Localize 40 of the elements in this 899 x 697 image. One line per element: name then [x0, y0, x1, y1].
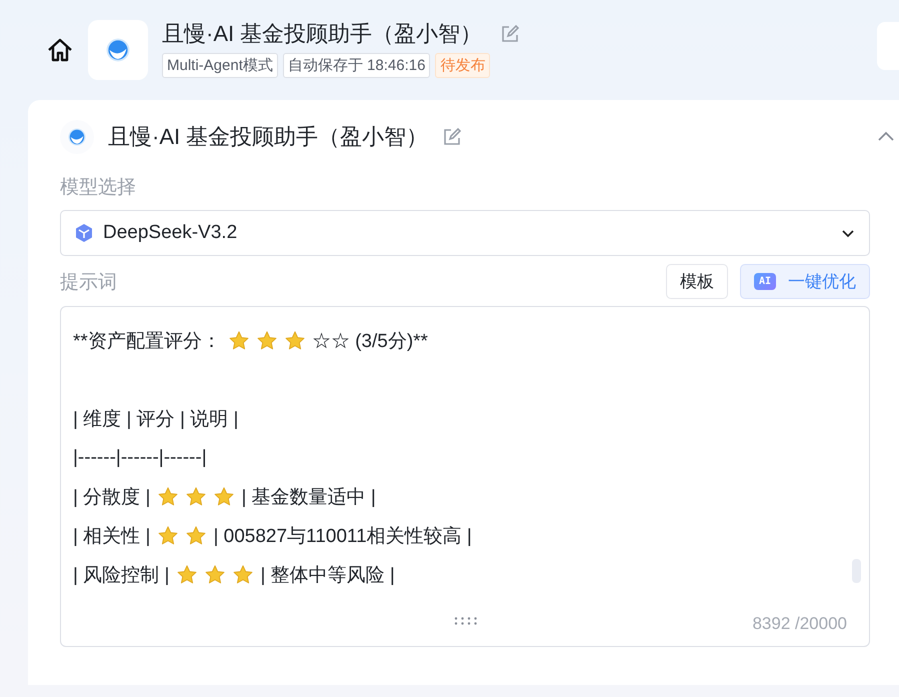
prompt-text: | 相关性 |	[73, 524, 150, 548]
prompt-text: | 维度 | 评分 | 说明 |	[73, 408, 238, 432]
field-label: 提示词	[60, 270, 117, 294]
resize-handle-icon[interactable]	[453, 616, 479, 626]
home-icon[interactable]	[46, 36, 74, 64]
prompt-text: **资产配置评分：	[73, 330, 221, 354]
star-icon	[185, 524, 208, 546]
prompt-editor[interactable]: **资产配置评分： ☆☆ (3/5分)** | 维度 | 评分 | 说明 | |------|------|------| | 分散度 | | 基金数量适中 | | 相关性 | | 005827与110011相关性较高 | | 风险控制 | | 整体中等风险 | 8392 /20000	[60, 306, 870, 647]
star-icon	[157, 486, 180, 508]
status-tag: 待发布	[435, 52, 490, 78]
edit-icon[interactable]	[500, 24, 520, 44]
logo-icon	[106, 38, 130, 62]
info-tag: 自动保存于 18:46:16	[282, 52, 430, 78]
star-icon	[185, 486, 208, 508]
template-button[interactable]: 模板	[666, 264, 728, 299]
star-icon	[204, 564, 226, 586]
logo-icon	[68, 128, 86, 146]
prompt-text: | 风险控制 |	[73, 564, 170, 588]
star-icon	[284, 330, 306, 352]
field-label: 模型选择	[60, 176, 137, 200]
character-count: 8392 /20000	[752, 614, 847, 634]
star-icon	[256, 330, 278, 352]
star-icon	[232, 564, 254, 586]
app-title: 且慢·AI 基金投顾助手（盈小智）	[162, 20, 482, 48]
prompt-text: | 基金数量适中 |	[241, 486, 376, 510]
star-icon	[213, 486, 236, 508]
cube-icon	[75, 223, 93, 243]
info-tag: Multi-Agent模式	[162, 52, 278, 78]
prompt-text: | 005827与110011相关性较高 |	[213, 524, 472, 548]
prompt-text: |------|------|------|	[73, 446, 207, 468]
edit-icon[interactable]	[442, 127, 462, 147]
prompt-text: | 分散度 |	[73, 486, 150, 510]
star-icon	[157, 524, 180, 546]
model-select[interactable]: DeepSeek-V3.2	[60, 210, 870, 256]
agent-name: 且慢·AI 基金投顾助手（盈小智）	[108, 123, 428, 151]
star-icon	[176, 564, 198, 586]
star-icon	[228, 330, 250, 352]
prompt-text: | 整体中等风险 |	[260, 564, 395, 588]
prompt-text: ☆☆ (3/5分)**	[312, 330, 428, 354]
ai-icon: AI	[754, 273, 776, 290]
